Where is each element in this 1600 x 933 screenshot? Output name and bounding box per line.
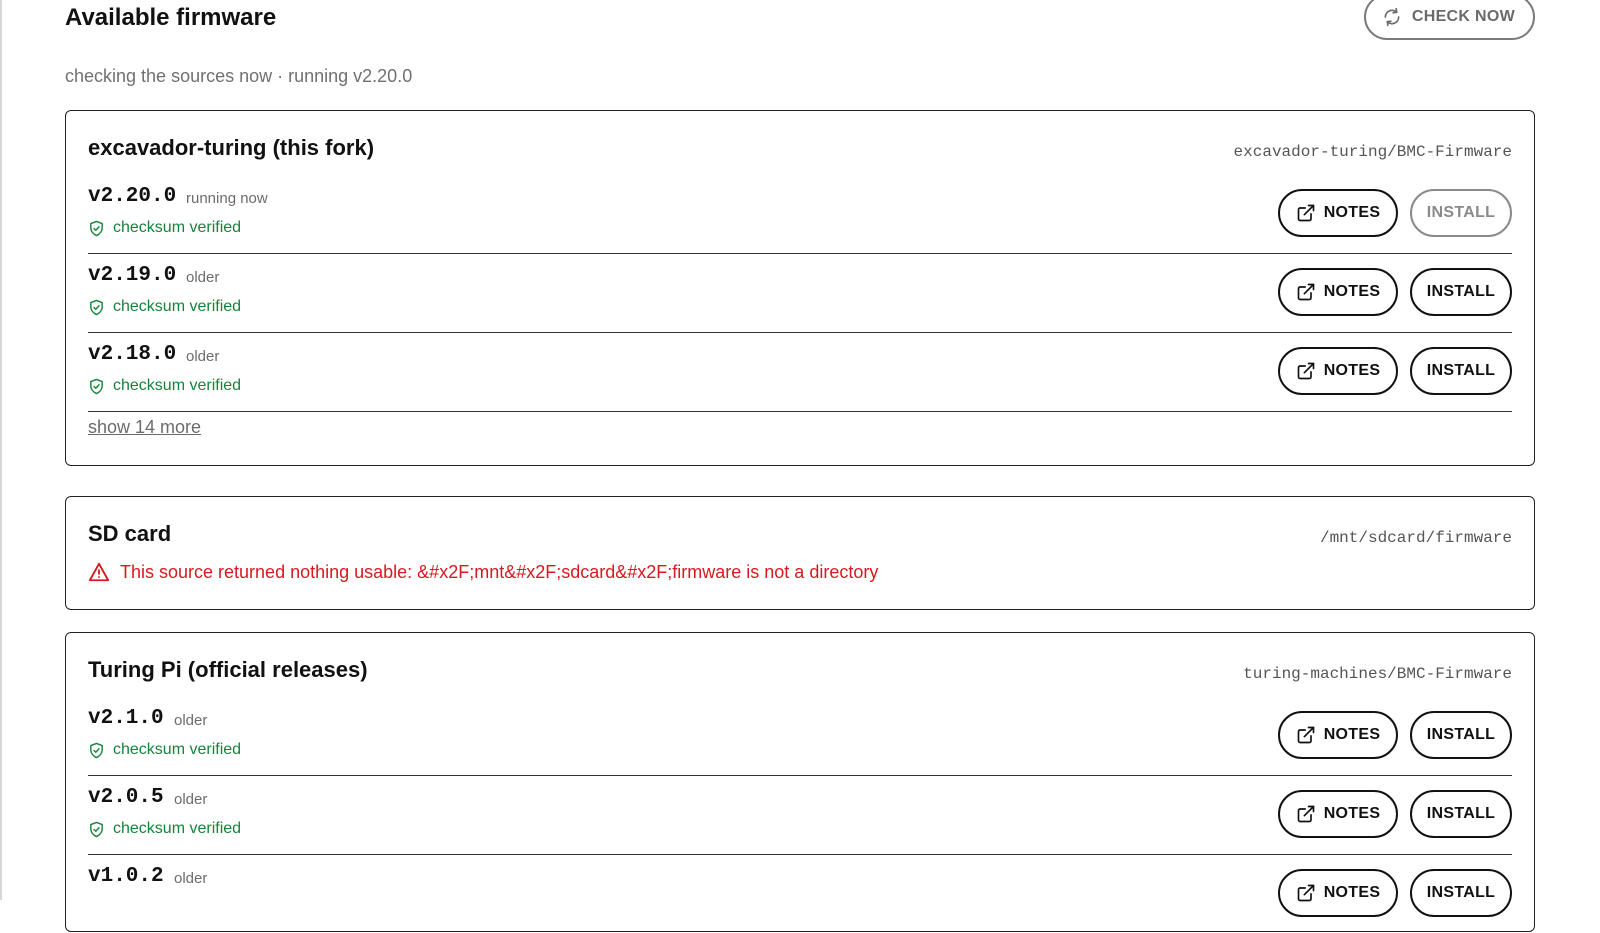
notes-label: NOTES [1323,884,1381,901]
install-button[interactable]: INSTALL [1410,189,1512,237]
install-label: INSTALL [1426,283,1496,300]
install-label: INSTALL [1426,204,1496,221]
left-border [0,0,2,900]
page-subtitle: checking the sources now · running v2.20… [65,66,413,86]
release-row: v2.20.0 running now checksum verified NO… [88,175,1512,254]
source-error: This source returned nothing usable: &#x… [88,561,878,583]
release-row: v2.19.0 older checksum verified NOTES IN… [88,254,1512,333]
external-link-icon [1297,805,1315,823]
notes-button[interactable]: NOTES [1278,268,1398,316]
install-button[interactable]: INSTALL [1410,268,1512,316]
install-label: INSTALL [1426,884,1496,901]
external-link-icon [1297,204,1315,222]
release-status: older [186,348,220,365]
checksum-badge: checksum verified [88,741,241,759]
page-header: Available firmware checking the sources … [65,0,1535,110]
notes-label: NOTES [1323,204,1381,221]
install-label: INSTALL [1426,726,1496,743]
release-actions: NOTES INSTALL [1278,711,1512,759]
release-actions: NOTES INSTALL [1278,347,1512,395]
shield-check-icon [90,742,103,758]
notes-label: NOTES [1323,726,1381,743]
source-title: Turing Pi (official releases) [88,657,368,682]
release-version: v2.19.0 [88,264,177,287]
release-actions: NOTES INSTALL [1278,790,1512,838]
release-status: running now [186,190,268,207]
notes-button[interactable]: NOTES [1278,711,1398,759]
release-version: v2.18.0 [88,343,177,366]
refresh-icon [1384,7,1400,27]
notes-label: NOTES [1323,362,1381,379]
shield-check-icon [90,378,103,394]
release-actions: NOTES INSTALL [1278,268,1512,316]
checksum-badge: checksum verified [88,298,241,316]
release-list: v2.20.0 running now checksum verified NO… [88,175,1512,412]
source-title: SD card [88,521,172,546]
check-now-label: CHECK NOW [1411,8,1515,25]
release-status: older [174,870,208,887]
release-status: older [174,712,208,729]
install-label: INSTALL [1426,362,1496,379]
install-button[interactable]: INSTALL [1410,347,1512,395]
release-version: v2.0.5 [88,786,164,809]
release-version: v1.0.2 [88,865,164,888]
release-version: v2.20.0 [88,185,177,208]
release-version: v2.1.0 [88,707,164,730]
external-link-icon [1297,283,1315,301]
source-path: excavador-turing/BMC-Firmware [1233,143,1512,161]
release-actions: NOTES INSTALL [1278,869,1512,917]
error-message: This source returned nothing usable: &#x… [120,561,879,582]
notes-label: NOTES [1323,805,1381,822]
install-label: INSTALL [1426,805,1496,822]
shield-check-icon [90,299,103,315]
source-card-fork: excavador-turing (this fork) excavador-t… [65,110,1535,466]
checksum-badge: checksum verified [88,377,241,395]
notes-button[interactable]: NOTES [1278,790,1398,838]
checksum-badge: checksum verified [88,219,241,237]
checksum-label: checksum verified [113,298,242,315]
checksum-label: checksum verified [113,377,242,394]
source-card-sdcard: SD card /mnt/sdcard/firmware This source… [65,496,1535,610]
shield-check-icon [90,220,103,236]
release-status: older [186,269,220,286]
notes-button[interactable]: NOTES [1278,869,1398,917]
page-title: Available firmware [65,4,277,31]
checksum-label: checksum verified [113,219,242,236]
release-row: v2.1.0 older checksum verified NOTES INS… [88,697,1512,776]
notes-button[interactable]: NOTES [1278,189,1398,237]
shield-check-icon [90,821,103,837]
checksum-label: checksum verified [113,741,242,758]
release-row: v2.0.5 older checksum verified NOTES INS… [88,776,1512,855]
check-now-button[interactable]: CHECK NOW [1363,0,1535,40]
checksum-label: checksum verified [113,820,242,837]
external-link-icon [1297,726,1315,744]
release-actions: NOTES INSTALL [1278,189,1512,237]
checksum-badge: checksum verified [88,820,241,838]
notes-label: NOTES [1323,283,1381,300]
source-title: excavador-turing (this fork) [88,135,375,160]
warning-triangle-icon [88,562,110,582]
firmware-page: Available firmware checking the sources … [65,0,1535,932]
install-button[interactable]: INSTALL [1410,711,1512,759]
notes-button[interactable]: NOTES [1278,347,1398,395]
release-row: v2.18.0 older checksum verified NOTES IN… [88,333,1512,412]
install-button[interactable]: INSTALL [1410,790,1512,838]
external-link-icon [1297,884,1315,902]
install-button[interactable]: INSTALL [1410,869,1512,917]
external-link-icon [1297,362,1315,380]
release-status: older [174,791,208,808]
show-more-link[interactable]: show 14 more [88,417,201,438]
source-path: turing-machines/BMC-Firmware [1243,665,1512,683]
source-card-official: Turing Pi (official releases) turing-mac… [65,632,1535,932]
release-list: v2.1.0 older checksum verified NOTES INS… [88,697,1512,933]
source-path: /mnt/sdcard/firmware [1319,529,1512,547]
release-row: v1.0.2 older NOTES INSTALL [88,855,1512,933]
